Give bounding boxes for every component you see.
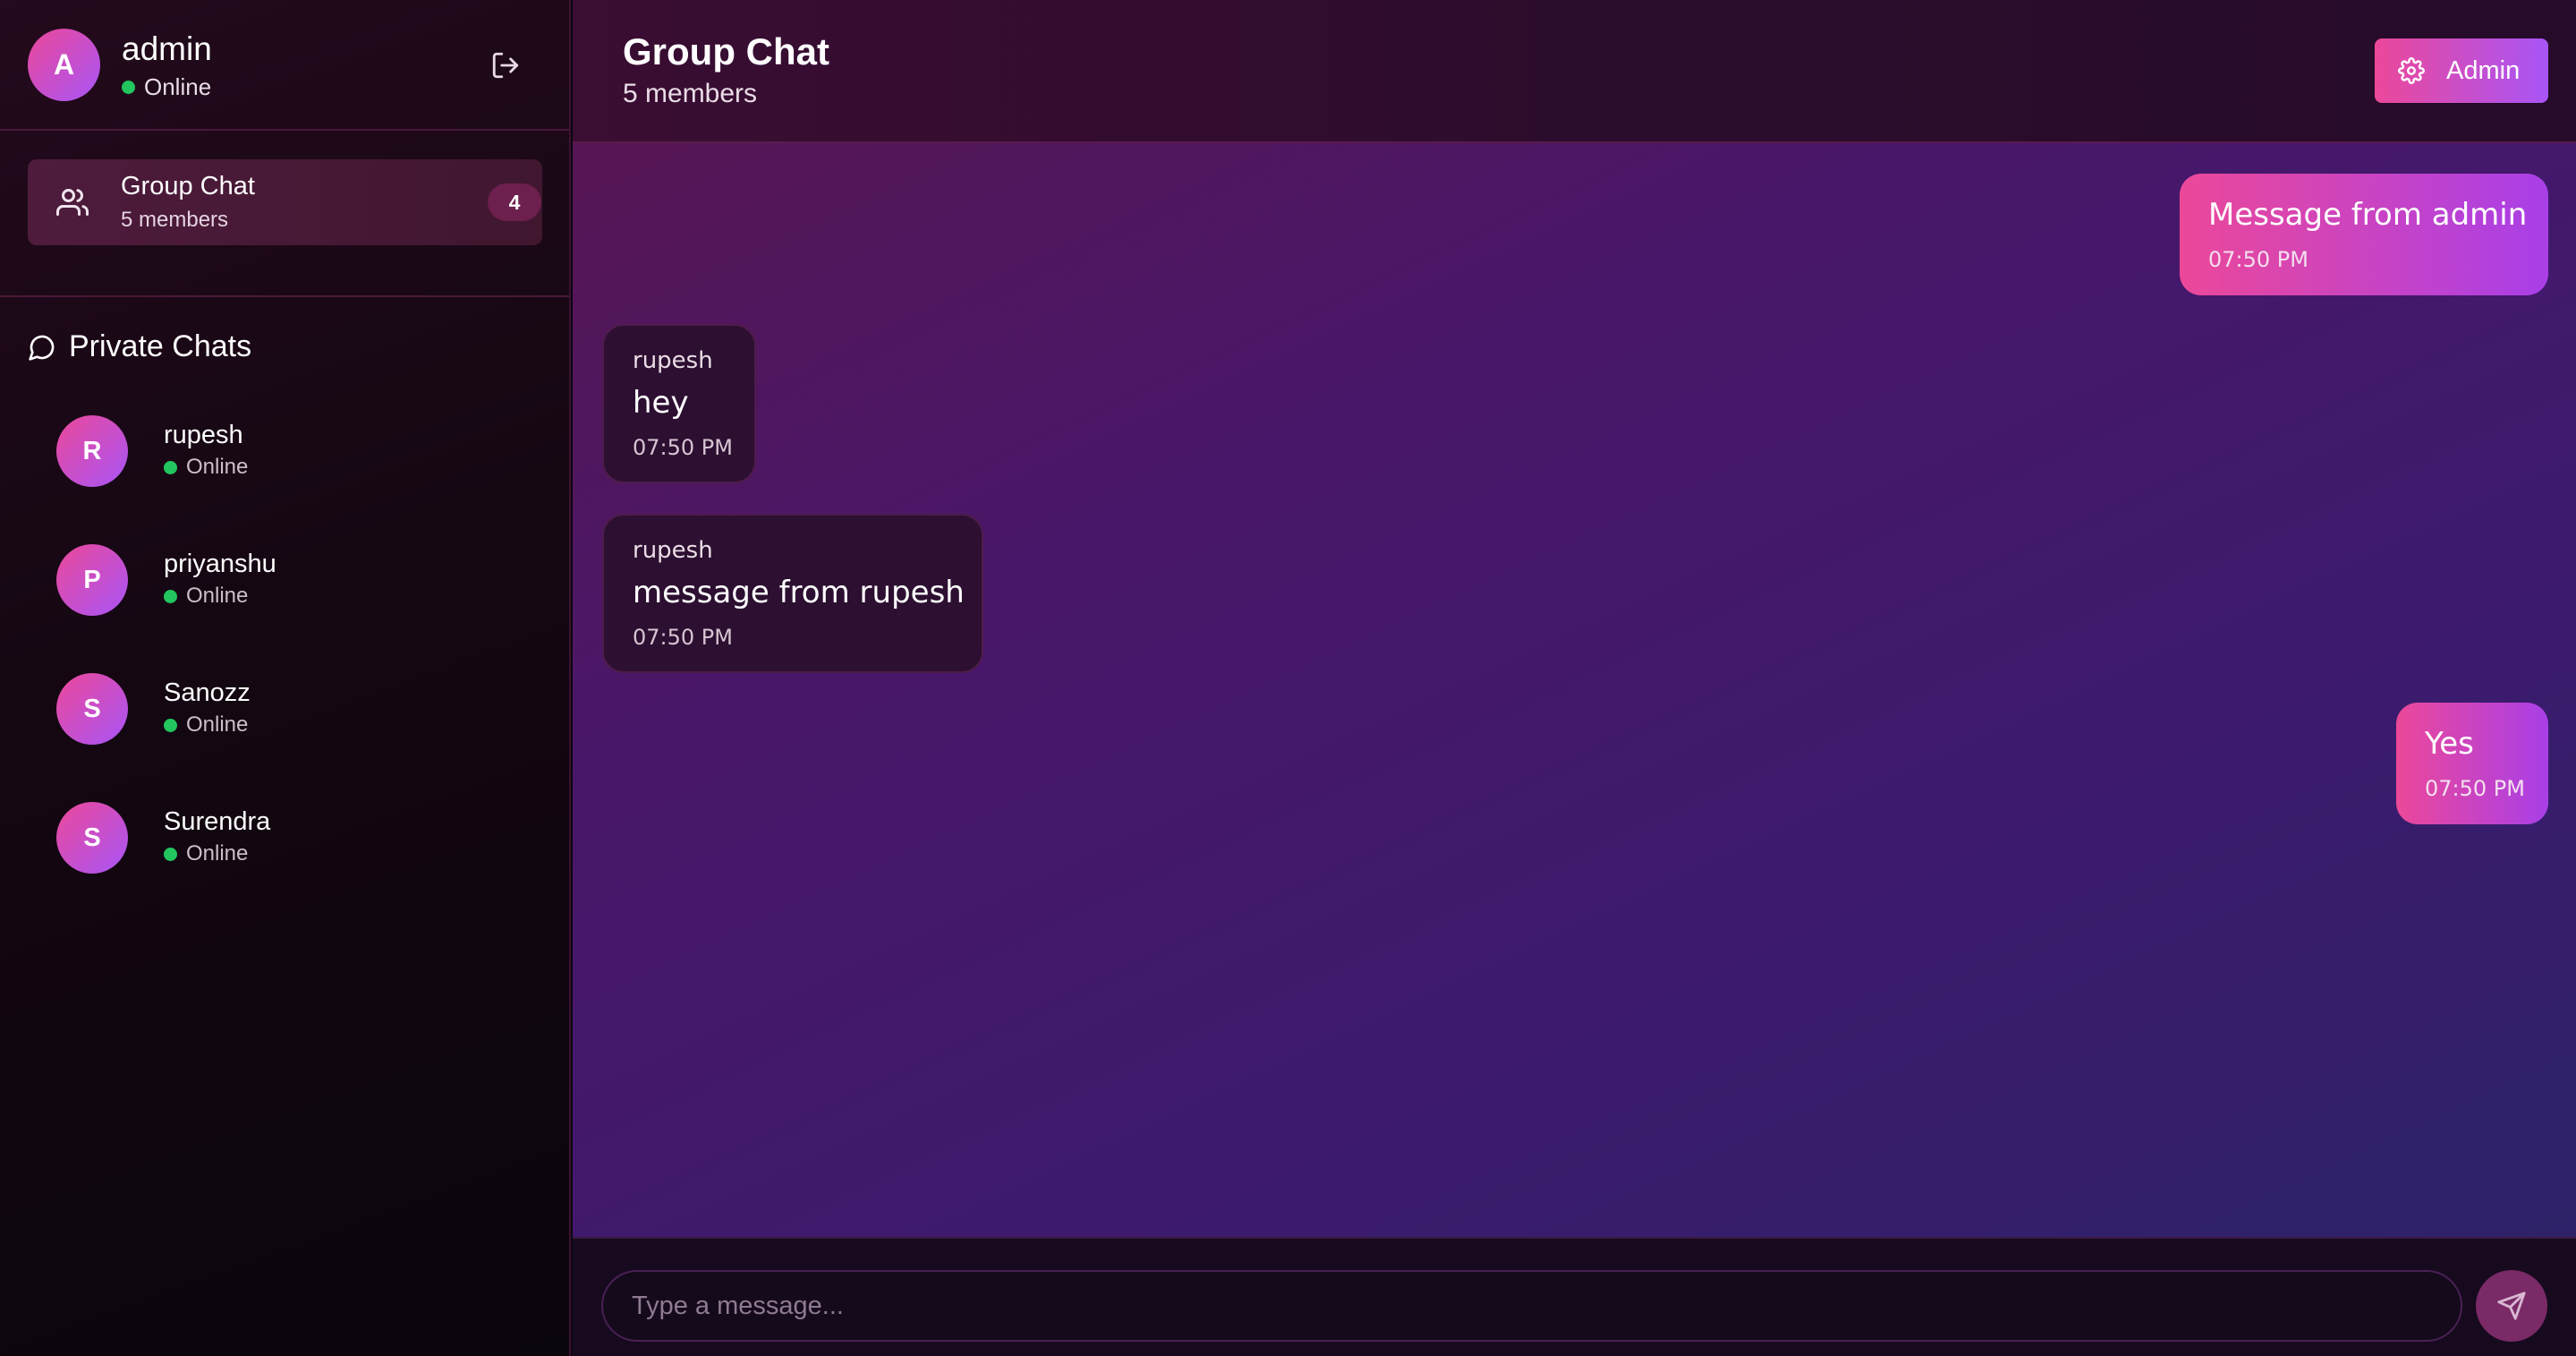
group-chat-item[interactable]: Group Chat 5 members 4 — [28, 159, 542, 245]
message-time: 07:50 PM — [2425, 776, 2525, 801]
logout-icon — [492, 52, 519, 79]
message-text: hey — [633, 385, 689, 421]
chat-member-count: 5 members — [623, 79, 758, 108]
send-button[interactable] — [2476, 1270, 2547, 1342]
admin-button-label: Admin — [2446, 55, 2521, 85]
message-outgoing: Message from admin 07:50 PM — [2180, 174, 2548, 295]
message-incoming: rupesh message from rupesh 07:50 PM — [602, 514, 983, 673]
message-outgoing: Yes 07:50 PM — [2396, 703, 2548, 824]
message-list: Message from admin 07:50 PM rupesh hey 0… — [573, 145, 2576, 1237]
contact-item-sanozz[interactable]: S Sanozz Online — [28, 652, 542, 759]
contact-status-label: Online — [186, 712, 249, 737]
contact-item-surendra[interactable]: S Surendra Online — [28, 780, 542, 888]
contact-item-rupesh[interactable]: R rupesh Online — [28, 394, 542, 501]
my-status: Online — [122, 73, 211, 101]
my-username: admin — [122, 30, 212, 67]
chat-header: Group Chat 5 members Admin — [573, 0, 2576, 143]
chat-bubble-icon — [29, 335, 55, 361]
contact-name: Surendra — [164, 807, 271, 836]
contact-name: Sanozz — [164, 678, 251, 707]
group-chat-members: 5 members — [121, 208, 229, 232]
avatar: R — [56, 415, 128, 487]
group-chat-title: Group Chat — [121, 172, 255, 200]
contact-status-label: Online — [186, 584, 249, 608]
message-input[interactable] — [601, 1270, 2462, 1342]
message-composer — [573, 1237, 2576, 1356]
contact-status-label: Online — [186, 455, 249, 479]
message-text: Yes — [2425, 726, 2474, 762]
avatar: S — [56, 802, 128, 874]
group-section: Group Chat 5 members 4 — [0, 131, 569, 297]
chat-panel: Group Chat 5 members Admin Message from … — [573, 0, 2576, 1356]
message-text: message from rupesh — [633, 575, 965, 610]
chat-title: Group Chat — [623, 30, 829, 72]
sidebar: A admin Online Group Chat 5 members 4 Pr… — [0, 0, 571, 1356]
admin-button[interactable]: Admin — [2375, 38, 2548, 103]
message-time: 07:50 PM — [2208, 247, 2308, 272]
online-indicator — [164, 589, 177, 603]
online-indicator — [164, 460, 177, 474]
private-chats-title: Private Chats — [69, 329, 252, 363]
avatar: S — [56, 673, 128, 745]
message-text: Message from admin — [2208, 197, 2528, 233]
contact-status: Online — [164, 712, 248, 738]
logout-button[interactable] — [483, 43, 528, 88]
users-icon — [56, 189, 89, 216]
contact-status-label: Online — [186, 841, 249, 866]
gear-icon — [2398, 57, 2425, 84]
contact-name: priyanshu — [164, 550, 276, 578]
contact-status: Online — [164, 455, 248, 480]
contact-item-priyanshu[interactable]: P priyanshu Online — [28, 523, 542, 630]
send-icon — [2497, 1292, 2526, 1320]
private-chats-heading: Private Chats — [28, 329, 251, 364]
online-indicator — [164, 847, 177, 861]
online-indicator — [122, 81, 135, 94]
profile-header: A admin Online — [0, 0, 569, 131]
message-incoming: rupesh hey 07:50 PM — [602, 324, 756, 483]
my-avatar: A — [28, 29, 100, 101]
avatar: P — [56, 544, 128, 616]
unread-badge: 4 — [488, 183, 541, 221]
message-time: 07:50 PM — [633, 435, 733, 460]
contact-name: rupesh — [164, 421, 243, 449]
message-time: 07:50 PM — [633, 625, 733, 650]
message-sender: rupesh — [633, 537, 713, 564]
message-sender: rupesh — [633, 347, 713, 374]
contact-status: Online — [164, 584, 248, 609]
contact-status: Online — [164, 841, 248, 866]
online-indicator — [164, 718, 177, 732]
my-status-label: Online — [144, 73, 212, 100]
